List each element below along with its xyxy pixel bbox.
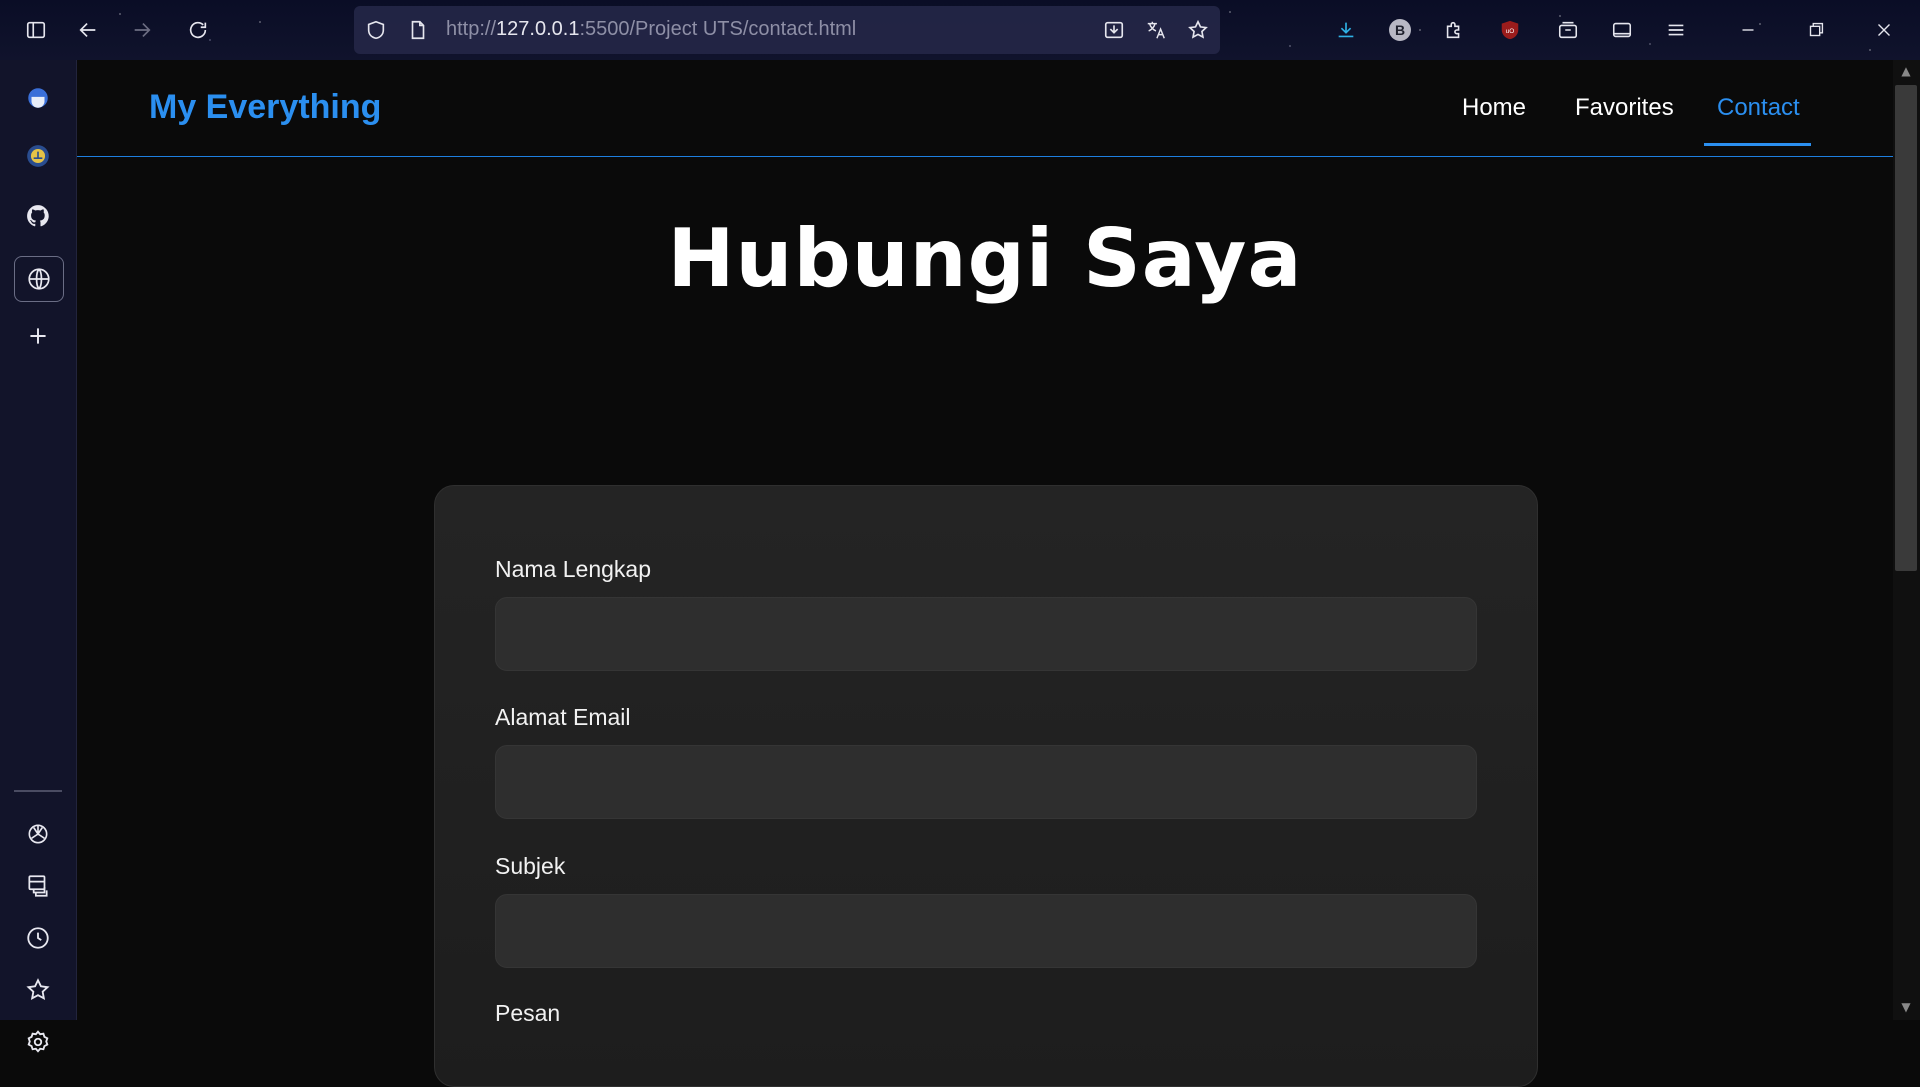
plus-icon[interactable] [14, 314, 62, 358]
scrollbar-thumb[interactable] [1895, 85, 1917, 571]
svg-text:uO: uO [1506, 28, 1515, 35]
sidebar-divider [14, 790, 62, 792]
nav-favorites-link[interactable]: Favorites [1575, 94, 1674, 122]
container-icon[interactable] [1552, 14, 1584, 46]
subject-field[interactable] [495, 894, 1477, 968]
nav-active-underline [1704, 143, 1811, 146]
settings-icon[interactable] [14, 1020, 62, 1064]
name-field[interactable] [495, 597, 1477, 671]
url-path: :5500/Project UTS/contact.html [579, 18, 857, 40]
sidebar-toggle-icon[interactable] [20, 14, 52, 46]
url-host: 127.0.0.1 [496, 18, 580, 40]
menu-icon[interactable] [1660, 14, 1692, 46]
name-label: Nama Lengkap [495, 556, 651, 582]
url-text[interactable]: http://127.0.0.1:5500/Project UTS/contac… [446, 18, 856, 41]
bookmark-star-icon[interactable] [1182, 14, 1214, 46]
address-bar[interactable]: http://127.0.0.1:5500/Project UTS/contac… [354, 6, 1220, 54]
chatgpt-icon[interactable] [14, 812, 62, 856]
downloads-icon[interactable] [1330, 14, 1362, 46]
forward-arrow-icon[interactable] [126, 14, 158, 46]
app-icon[interactable] [14, 76, 62, 120]
url-prefix: http:// [446, 18, 497, 40]
extension-b-icon[interactable]: B [1384, 14, 1416, 46]
restore-icon[interactable] [1800, 14, 1832, 46]
globe-icon[interactable] [14, 256, 64, 302]
message-label: Pesan [495, 1000, 561, 1026]
tab-manager-icon[interactable] [1606, 14, 1638, 46]
contact-form: Nama Lengkap Alamat Email Subjek Pesan [434, 485, 1538, 1087]
history-icon[interactable] [14, 916, 62, 960]
extension-b-badge: B [1389, 19, 1411, 41]
translate-icon[interactable] [1140, 14, 1172, 46]
ublock-icon[interactable]: uO [1494, 14, 1526, 46]
github-icon[interactable] [14, 194, 62, 238]
minimize-icon[interactable] [1732, 14, 1764, 46]
browser-sidebar [0, 60, 77, 1053]
scroll-down-icon[interactable]: ▼ [1898, 1000, 1914, 1014]
database-icon[interactable] [14, 864, 62, 908]
site-brand[interactable]: My Everything [149, 88, 381, 127]
reload-icon[interactable] [182, 14, 214, 46]
email-field[interactable] [495, 745, 1477, 819]
web-page: My Everything Home Favorites Contact Hub… [77, 60, 1893, 1087]
browser-toolbar: http://127.0.0.1:5500/Project UTS/contac… [0, 0, 1920, 60]
close-icon[interactable] [1868, 14, 1900, 46]
back-arrow-icon[interactable] [72, 14, 104, 46]
email-label: Alamat Email [495, 704, 631, 730]
page-icon[interactable] [402, 14, 434, 46]
extensions-puzzle-icon[interactable] [1438, 14, 1470, 46]
save-page-icon[interactable] [1098, 14, 1130, 46]
shield-icon[interactable] [360, 14, 392, 46]
page-title: Hubungi Saya [667, 212, 1303, 305]
subject-label: Subjek [495, 853, 566, 879]
scroll-up-icon[interactable]: ▲ [1898, 64, 1914, 78]
university-icon[interactable] [14, 134, 62, 178]
site-navbar: My Everything Home Favorites Contact [77, 60, 1893, 157]
nav-contact-link[interactable]: Contact [1717, 94, 1800, 122]
bookmark-star-icon[interactable] [14, 968, 62, 1012]
nav-home-link[interactable]: Home [1462, 94, 1526, 122]
